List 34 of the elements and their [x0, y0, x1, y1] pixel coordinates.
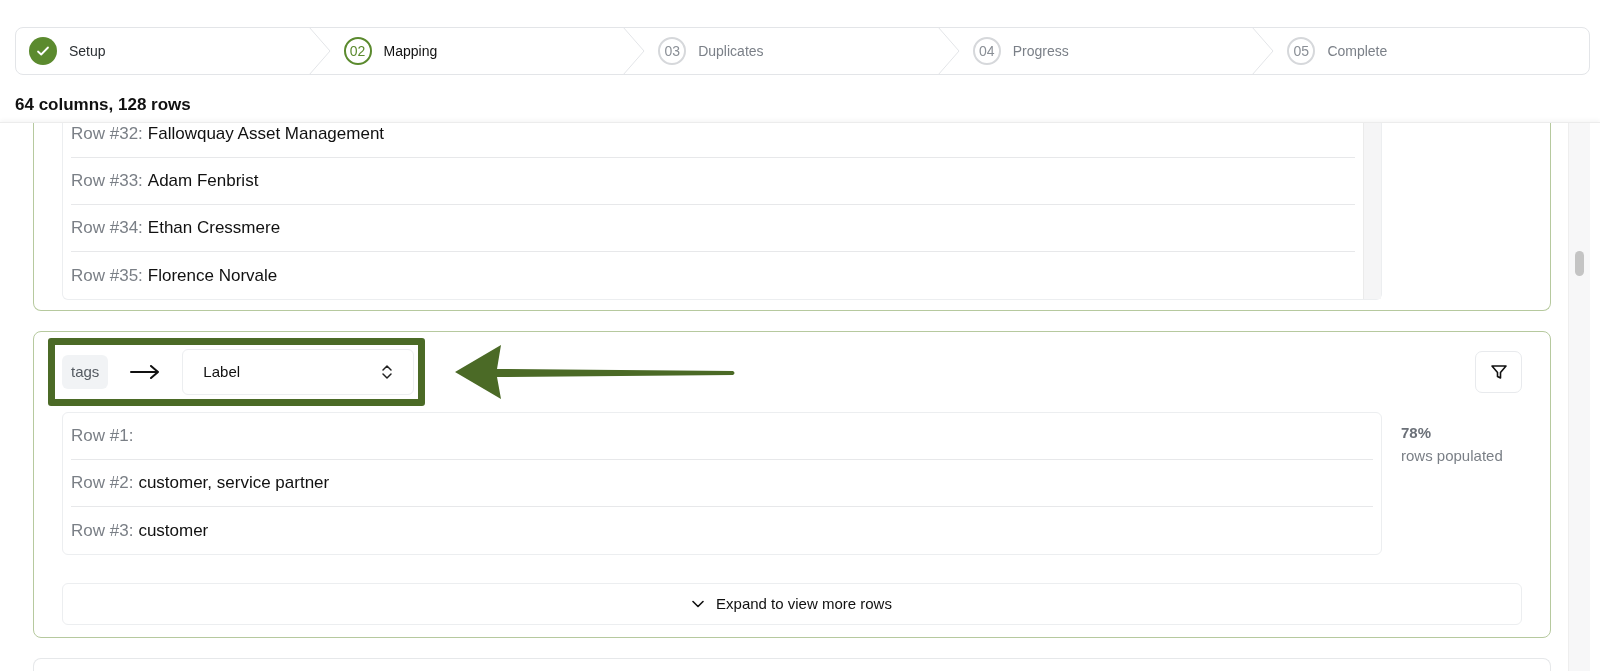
row-label: Row #2:	[71, 472, 134, 495]
filter-icon	[1489, 363, 1508, 381]
chevrons-icon	[381, 364, 394, 380]
step-number: 05	[1287, 37, 1316, 65]
step-label: Setup	[69, 41, 106, 61]
step-number: 02	[343, 37, 372, 65]
row-value: Fallowquay Asset Management	[147, 123, 385, 146]
source-column-tag: tags	[62, 354, 109, 390]
step-label: Duplicates	[698, 41, 764, 61]
row-value: Adam Fenbrist	[147, 170, 259, 193]
populated-label: rows populated	[1401, 445, 1504, 466]
filter-button[interactable]	[1475, 351, 1522, 393]
populated-percent: 78%	[1401, 423, 1433, 443]
row-value: Ethan Cressmere	[147, 217, 281, 240]
page-scrollbar[interactable]	[1568, 123, 1590, 671]
row-value: Florence Norvale	[147, 264, 278, 287]
row-value: customer, service partner	[138, 472, 330, 495]
target-select[interactable]: Label	[182, 349, 415, 395]
row-label: Row #35:	[71, 264, 143, 287]
row-label: Row #32:	[71, 123, 143, 146]
step-label: Complete	[1327, 41, 1388, 61]
step-number: 03	[658, 37, 687, 65]
row-label: Row #3:	[71, 519, 134, 542]
summary-text: 64 columns, 128 rows	[15, 94, 192, 116]
row-label: Row #33:	[71, 170, 143, 193]
row-value: customer	[138, 519, 209, 542]
step-label: Mapping	[383, 41, 438, 61]
step-label: Progress	[1012, 41, 1069, 61]
row-label: Row #34:	[71, 217, 143, 240]
chevron-down-icon	[692, 600, 705, 608]
expand-rows-button[interactable]: Expand to view more rows	[62, 583, 1522, 625]
row-label: Row #1:	[71, 425, 134, 448]
arrow-icon	[130, 365, 161, 379]
step-number: 04	[972, 37, 1001, 65]
